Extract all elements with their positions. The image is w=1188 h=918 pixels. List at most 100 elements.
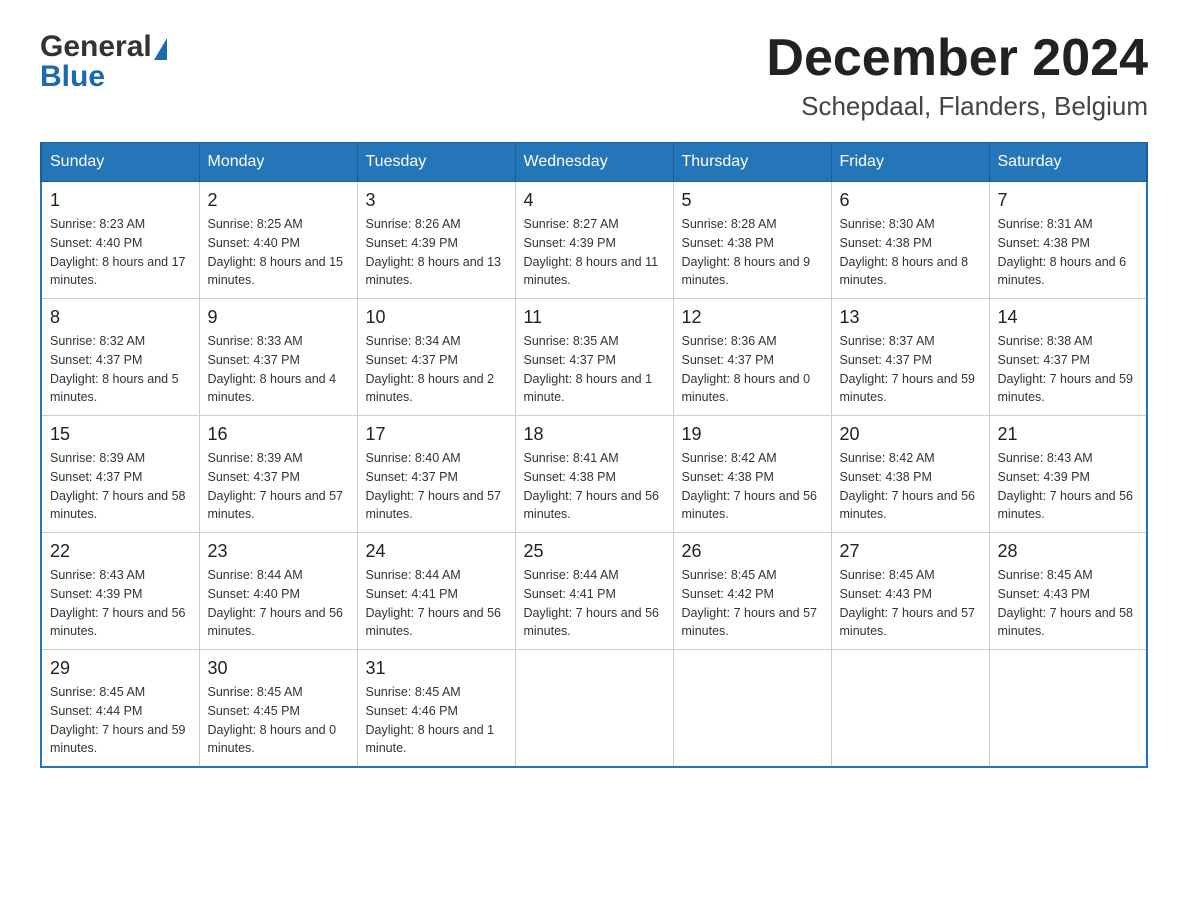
calendar-cell: 23 Sunrise: 8:44 AMSunset: 4:40 PMDayligh… <box>199 533 357 650</box>
calendar-cell: 16Sunrise: 8:39 AMSunset: 4:37 PMDayligh… <box>199 416 357 533</box>
calendar-cell: 14 Sunrise: 8:38 AMSunset: 4:37 PMDayligh… <box>989 299 1147 416</box>
day-info: Sunrise: 8:23 AMSunset: 4:40 PMDaylight:… <box>50 215 191 290</box>
calendar-table: SundayMondayTuesdayWednesdayThursdayFrid… <box>40 142 1148 768</box>
day-number: 17 <box>366 424 507 445</box>
calendar-cell: 7 Sunrise: 8:31 AMSunset: 4:38 PMDaylight… <box>989 182 1147 299</box>
calendar-cell: 18Sunrise: 8:41 AMSunset: 4:38 PMDayligh… <box>515 416 673 533</box>
calendar-week-row: 15Sunrise: 8:39 AMSunset: 4:37 PMDayligh… <box>41 416 1147 533</box>
day-number: 6 <box>840 190 981 211</box>
day-info: Sunrise: 8:36 AMSunset: 4:37 PMDaylight:… <box>682 332 823 407</box>
calendar-cell <box>989 650 1147 768</box>
day-number: 30 <box>208 658 349 679</box>
day-info: Sunrise: 8:43 AMSunset: 4:39 PMDaylight:… <box>998 449 1139 524</box>
day-info: Sunrise: 8:35 AMSunset: 4:37 PMDaylight:… <box>524 332 665 407</box>
calendar-cell: 26Sunrise: 8:45 AMSunset: 4:42 PMDayligh… <box>673 533 831 650</box>
day-info: Sunrise: 8:31 AMSunset: 4:38 PMDaylight:… <box>998 215 1139 290</box>
calendar-cell: 8 Sunrise: 8:32 AMSunset: 4:37 PMDaylight… <box>41 299 199 416</box>
calendar-cell: 10 Sunrise: 8:34 AMSunset: 4:37 PMDayligh… <box>357 299 515 416</box>
calendar-cell: 2 Sunrise: 8:25 AMSunset: 4:40 PMDaylight… <box>199 182 357 299</box>
day-info: Sunrise: 8:40 AMSunset: 4:37 PMDaylight:… <box>366 449 507 524</box>
day-number: 11 <box>524 307 665 328</box>
day-info: Sunrise: 8:44 AMSunset: 4:40 PMDaylight:… <box>208 566 349 641</box>
day-number: 13 <box>840 307 981 328</box>
logo-blue-text: Blue <box>40 60 105 94</box>
calendar-cell: 24 Sunrise: 8:44 AMSunset: 4:41 PMDayligh… <box>357 533 515 650</box>
day-number: 2 <box>208 190 349 211</box>
title-block: December 2024 Schepdaal, Flanders, Belgi… <box>766 30 1148 122</box>
day-info: Sunrise: 8:45 AMSunset: 4:43 PMDaylight:… <box>840 566 981 641</box>
day-info: Sunrise: 8:45 AMSunset: 4:43 PMDaylight:… <box>998 566 1139 641</box>
day-number: 23 <box>208 541 349 562</box>
calendar-cell: 6Sunrise: 8:30 AMSunset: 4:38 PMDaylight… <box>831 182 989 299</box>
day-info: Sunrise: 8:42 AMSunset: 4:38 PMDaylight:… <box>682 449 823 524</box>
day-number: 7 <box>998 190 1139 211</box>
day-number: 27 <box>840 541 981 562</box>
day-info: Sunrise: 8:25 AMSunset: 4:40 PMDaylight:… <box>208 215 349 290</box>
page-header: General Blue December 2024 Schepdaal, Fl… <box>40 30 1148 122</box>
day-number: 31 <box>366 658 507 679</box>
calendar-cell: 9Sunrise: 8:33 AMSunset: 4:37 PMDaylight… <box>199 299 357 416</box>
column-header-tuesday: Tuesday <box>357 143 515 182</box>
calendar-cell: 20Sunrise: 8:42 AMSunset: 4:38 PMDayligh… <box>831 416 989 533</box>
logo: General Blue <box>40 30 167 94</box>
day-info: Sunrise: 8:44 AMSunset: 4:41 PMDaylight:… <box>524 566 665 641</box>
calendar-cell: 31Sunrise: 8:45 AMSunset: 4:46 PMDayligh… <box>357 650 515 768</box>
calendar-header-row: SundayMondayTuesdayWednesdayThursdayFrid… <box>41 143 1147 182</box>
calendar-cell: 22Sunrise: 8:43 AMSunset: 4:39 PMDayligh… <box>41 533 199 650</box>
calendar-cell: 19 Sunrise: 8:42 AMSunset: 4:38 PMDayligh… <box>673 416 831 533</box>
column-header-monday: Monday <box>199 143 357 182</box>
column-header-wednesday: Wednesday <box>515 143 673 182</box>
calendar-cell <box>515 650 673 768</box>
calendar-cell: 4 Sunrise: 8:27 AMSunset: 4:39 PMDaylight… <box>515 182 673 299</box>
calendar-cell <box>831 650 989 768</box>
day-info: Sunrise: 8:38 AMSunset: 4:37 PMDaylight:… <box>998 332 1139 407</box>
column-header-saturday: Saturday <box>989 143 1147 182</box>
day-number: 24 <box>366 541 507 562</box>
day-number: 10 <box>366 307 507 328</box>
day-number: 16 <box>208 424 349 445</box>
calendar-cell: 12Sunrise: 8:36 AMSunset: 4:37 PMDayligh… <box>673 299 831 416</box>
calendar-cell: 21 Sunrise: 8:43 AMSunset: 4:39 PMDayligh… <box>989 416 1147 533</box>
calendar-week-row: 29 Sunrise: 8:45 AMSunset: 4:44 PMDayligh… <box>41 650 1147 768</box>
day-number: 8 <box>50 307 191 328</box>
day-number: 9 <box>208 307 349 328</box>
day-number: 19 <box>682 424 823 445</box>
day-number: 21 <box>998 424 1139 445</box>
day-info: Sunrise: 8:45 AMSunset: 4:45 PMDaylight:… <box>208 683 349 758</box>
day-number: 25 <box>524 541 665 562</box>
calendar-cell: 3 Sunrise: 8:26 AMSunset: 4:39 PMDaylight… <box>357 182 515 299</box>
day-info: Sunrise: 8:32 AMSunset: 4:37 PMDaylight:… <box>50 332 191 407</box>
day-number: 28 <box>998 541 1139 562</box>
calendar-cell: 30 Sunrise: 8:45 AMSunset: 4:45 PMDayligh… <box>199 650 357 768</box>
calendar-cell: 17 Sunrise: 8:40 AMSunset: 4:37 PMDayligh… <box>357 416 515 533</box>
day-number: 26 <box>682 541 823 562</box>
day-number: 14 <box>998 307 1139 328</box>
calendar-cell <box>673 650 831 768</box>
day-info: Sunrise: 8:26 AMSunset: 4:39 PMDaylight:… <box>366 215 507 290</box>
day-info: Sunrise: 8:45 AMSunset: 4:44 PMDaylight:… <box>50 683 191 758</box>
day-info: Sunrise: 8:44 AMSunset: 4:41 PMDaylight:… <box>366 566 507 641</box>
day-info: Sunrise: 8:34 AMSunset: 4:37 PMDaylight:… <box>366 332 507 407</box>
calendar-cell: 5Sunrise: 8:28 AMSunset: 4:38 PMDaylight… <box>673 182 831 299</box>
column-header-sunday: Sunday <box>41 143 199 182</box>
column-header-thursday: Thursday <box>673 143 831 182</box>
day-number: 3 <box>366 190 507 211</box>
calendar-cell: 13 Sunrise: 8:37 AMSunset: 4:37 PMDayligh… <box>831 299 989 416</box>
calendar-cell: 27 Sunrise: 8:45 AMSunset: 4:43 PMDayligh… <box>831 533 989 650</box>
calendar-cell: 28 Sunrise: 8:45 AMSunset: 4:43 PMDayligh… <box>989 533 1147 650</box>
calendar-week-row: 1 Sunrise: 8:23 AMSunset: 4:40 PMDaylight… <box>41 182 1147 299</box>
calendar-week-row: 22Sunrise: 8:43 AMSunset: 4:39 PMDayligh… <box>41 533 1147 650</box>
day-number: 1 <box>50 190 191 211</box>
day-number: 29 <box>50 658 191 679</box>
calendar-cell: 29 Sunrise: 8:45 AMSunset: 4:44 PMDayligh… <box>41 650 199 768</box>
day-info: Sunrise: 8:43 AMSunset: 4:39 PMDaylight:… <box>50 566 191 641</box>
calendar-cell: 15Sunrise: 8:39 AMSunset: 4:37 PMDayligh… <box>41 416 199 533</box>
day-number: 20 <box>840 424 981 445</box>
calendar-cell: 11 Sunrise: 8:35 AMSunset: 4:37 PMDayligh… <box>515 299 673 416</box>
day-number: 4 <box>524 190 665 211</box>
calendar-title: December 2024 <box>766 30 1148 87</box>
logo-general-text: General <box>40 30 152 64</box>
calendar-cell: 1 Sunrise: 8:23 AMSunset: 4:40 PMDaylight… <box>41 182 199 299</box>
day-info: Sunrise: 8:37 AMSunset: 4:37 PMDaylight:… <box>840 332 981 407</box>
day-info: Sunrise: 8:27 AMSunset: 4:39 PMDaylight:… <box>524 215 665 290</box>
